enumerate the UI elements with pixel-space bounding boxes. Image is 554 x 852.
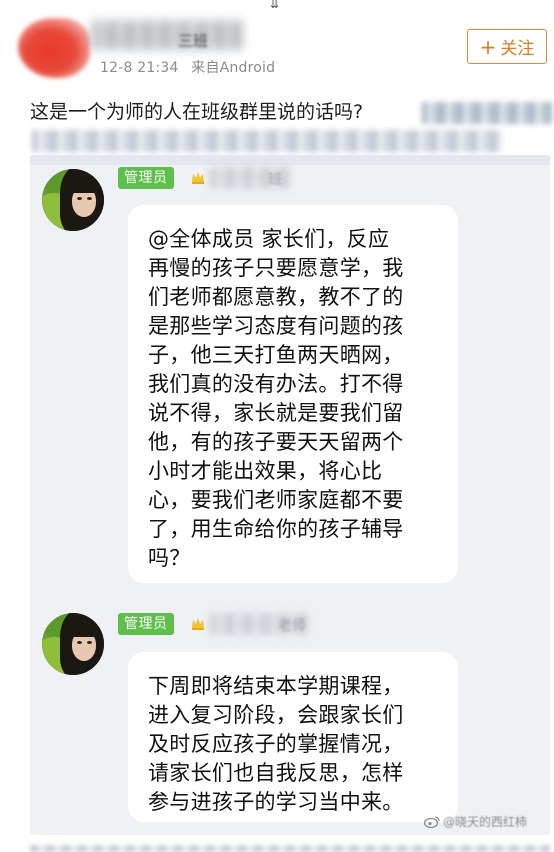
message-bubble[interactable]: @全体成员 家长们，反应 再慢的孩子只要愿意学，我 们老师都愿意教，教不了的 是… (128, 205, 458, 583)
username-redacted[interactable] (92, 20, 242, 50)
crown-icon (192, 618, 204, 630)
watermark: @晓天的西红柿 (424, 813, 527, 830)
post-text-redacted-line (32, 130, 502, 152)
sender-name-tail: 老师 (278, 618, 306, 634)
username-visible[interactable]: 三班 (178, 30, 208, 51)
sender-name-tail: 班 (268, 172, 282, 188)
post-date: 12-8 (100, 60, 133, 76)
sender-avatar (42, 613, 104, 675)
post-meta: 12-8 21:34 来自Android (100, 57, 275, 77)
message-text: 下周即将结束本学期课程， 进入复习阶段，会跟家长们 及时反应孩子的掌握情况， 请… (148, 674, 404, 814)
bottom-edge (30, 845, 550, 852)
admin-badge: 管理员 (118, 613, 174, 635)
chat-top-edge (30, 155, 550, 165)
message-bubble[interactable]: 下周即将结束本学期课程， 进入复习阶段，会跟家长们 及时反应孩子的掌握情况， 请… (128, 652, 458, 822)
post-source: 来自Android (191, 60, 276, 76)
user-avatar[interactable] (18, 18, 90, 78)
admin-badge: 管理员 (118, 167, 174, 189)
sender-avatar (42, 169, 104, 231)
message-text: @全体成员 家长们，反应 再慢的孩子只要愿意学，我 们老师都愿意教，教不了的 是… (148, 227, 404, 570)
post-time: 21:34 (137, 60, 179, 76)
post-text-redacted (422, 102, 552, 124)
post-header: ⇊ 三班 12-8 21:34 来自Android + 关注 (0, 0, 554, 90)
top-glyph: ⇊ (270, 0, 280, 11)
chat-screenshot[interactable]: 管理员 班 @全体成员 家长们，反应 再慢的孩子只要愿意学，我 们老师都愿意教，… (30, 155, 550, 835)
plus-icon: + (479, 34, 497, 59)
crown-icon (192, 172, 204, 184)
weibo-icon (424, 816, 440, 828)
post-text: 这是一个为师的人在班级群里说的话吗? (30, 101, 364, 123)
follow-button-label: 关注 (500, 39, 535, 59)
follow-button[interactable]: + 关注 (467, 29, 547, 64)
watermark-text: @晓天的西红柿 (443, 815, 528, 829)
post-text-block: 这是一个为师的人在班级群里说的话吗? (30, 98, 552, 152)
